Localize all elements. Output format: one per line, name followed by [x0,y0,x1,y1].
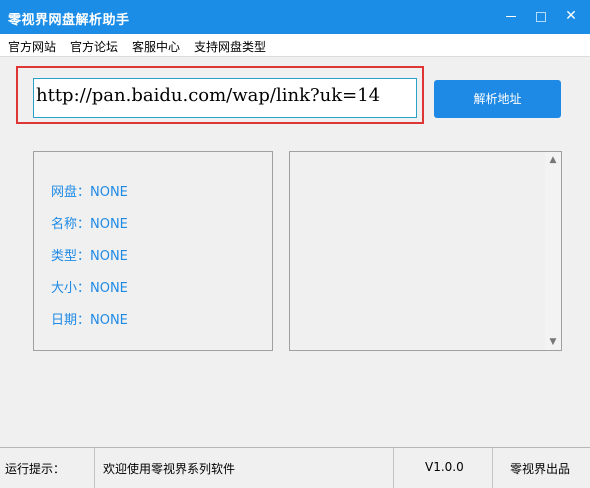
publisher-label: 零视界出品 [510,462,571,476]
info-type: 类型：NONE [51,249,128,264]
info-name: 名称：NONE [51,217,128,232]
vertical-scrollbar[interactable]: ▲ ▼ [545,152,561,350]
url-input[interactable]: http://pan.baidu.com/wap/link?uk=14 [33,78,417,118]
minimize-button[interactable] [500,6,522,26]
status-divider [393,448,394,488]
app-window: 零视界网盘解析助手 ✕ 官方网站 官方论坛 客服中心 支持网盘类型 http:/… [0,0,590,488]
parse-address-button[interactable]: 解析地址 [434,80,561,118]
menu-item-forum[interactable]: 官方论坛 [70,38,118,55]
scroll-down-icon[interactable]: ▼ [545,334,561,350]
window-title: 零视界网盘解析助手 [8,13,130,28]
info-size: 大小：NONE [51,281,128,296]
output-text-area[interactable]: ▲ ▼ [289,151,562,351]
menu-item-supported-types[interactable]: 支持网盘类型 [194,38,266,55]
menu-bar: 官方网站 官方论坛 客服中心 支持网盘类型 [0,34,590,57]
status-message: 欢迎使用零视界系列软件 [103,462,236,476]
close-icon: ✕ [565,8,577,24]
maximize-icon [536,11,546,22]
minimize-icon [506,16,516,17]
status-divider [492,448,493,488]
info-panel: 网盘：NONE 名称：NONE 类型：NONE 大小：NONE 日期：NONE [33,151,273,351]
scroll-up-icon[interactable]: ▲ [545,152,561,168]
info-date: 日期：NONE [51,313,128,328]
status-divider [94,448,95,488]
version-label: V1.0.0 [425,460,464,474]
info-disk: 网盘：NONE [51,185,128,200]
status-label: 运行提示： [5,462,66,476]
status-bar: 运行提示： 欢迎使用零视界系列软件 V1.0.0 零视界出品 [0,447,590,488]
close-button[interactable]: ✕ [560,6,582,26]
menu-item-support[interactable]: 客服中心 [132,38,180,55]
menu-item-official-site[interactable]: 官方网站 [8,38,56,55]
maximize-button[interactable] [530,6,552,26]
title-bar[interactable]: 零视界网盘解析助手 ✕ [0,0,590,34]
